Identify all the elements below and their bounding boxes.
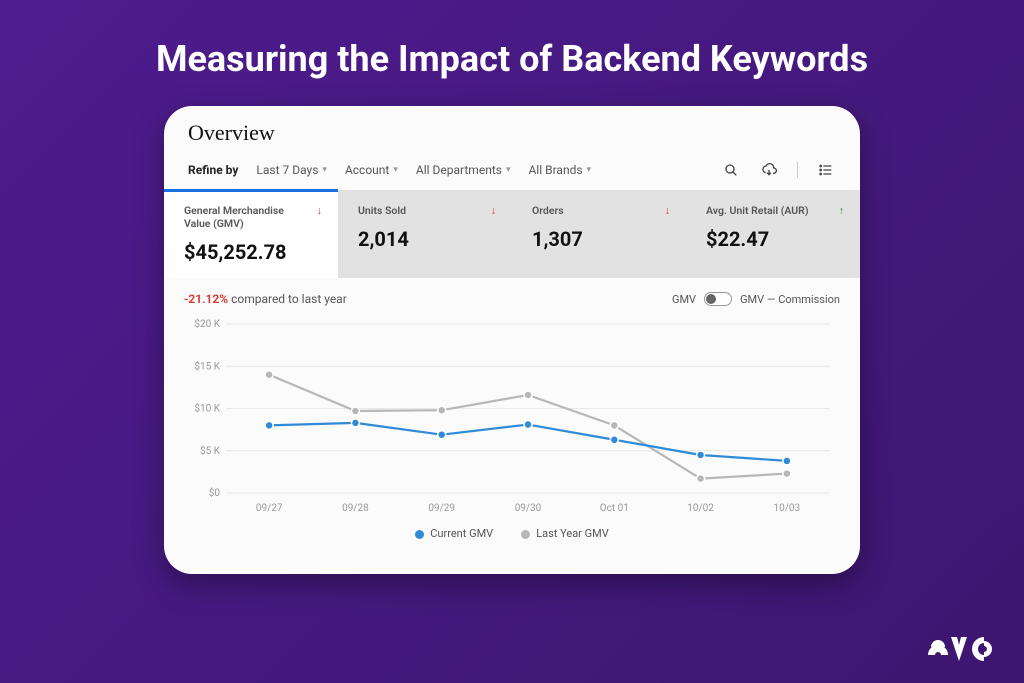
svg-text:10/02: 10/02 — [687, 503, 714, 514]
list-view-icon[interactable] — [816, 160, 836, 180]
divider — [797, 162, 798, 178]
brand-logo — [918, 625, 996, 669]
trend-down-icon: ↓ — [665, 204, 670, 217]
legend-last-label: Last Year GMV — [536, 527, 609, 540]
kpi-orders-title: Orders — [532, 204, 564, 217]
chevron-down-icon: ▾ — [587, 165, 592, 175]
kpi-aur[interactable]: Avg. Unit Retail (AUR) ↑ $22.47 — [686, 190, 860, 278]
svg-text:$0: $0 — [209, 486, 221, 499]
page-title: Overview — [184, 120, 840, 146]
toggle-label-right: GMV — Commission — [740, 293, 840, 306]
svg-text:$20 K: $20 K — [194, 317, 220, 330]
chart-area: $0 $5 K $10 K $15 K $20 K 09/27 09/28 09/29 09/3… — [164, 310, 860, 521]
kpi-row: General Merchandise Value (GMV) ↓ $45,25… — [164, 190, 860, 278]
legend-dot-current-icon — [415, 530, 424, 539]
legend-dot-last-icon — [521, 530, 530, 539]
kpi-units-sold[interactable]: Units Sold ↓ 2,014 — [338, 190, 512, 278]
legend-current-label: Current GMV — [430, 527, 493, 540]
kpi-gmv-value: $45,252.78 — [184, 240, 322, 264]
download-icon[interactable] — [759, 160, 779, 180]
search-icon[interactable] — [721, 160, 741, 180]
chevron-down-icon: ▾ — [506, 165, 511, 175]
kpi-units-value: 2,014 — [358, 227, 496, 251]
comparison-text: -21.12% compared to last year — [184, 292, 347, 306]
chart-subheader: -21.12% compared to last year GMV GMV — … — [164, 278, 860, 310]
comparison-suffix: compared to last year — [228, 292, 347, 306]
filter-date-range[interactable]: Last 7 Days ▾ — [256, 163, 327, 177]
dashboard-card: Overview Refine by Last 7 Days ▾ Account… — [164, 106, 860, 574]
gmv-commission-toggle[interactable] — [704, 292, 732, 306]
filter-account[interactable]: Account ▾ — [345, 163, 398, 177]
svg-text:$10 K: $10 K — [194, 402, 220, 415]
gmv-toggle-group: GMV GMV — Commission — [672, 292, 840, 306]
kpi-orders-value: 1,307 — [532, 227, 670, 251]
refine-label: Refine by — [188, 163, 238, 177]
gmv-line-chart: $0 $5 K $10 K $15 K $20 K 09/27 09/28 09/29 09/3… — [184, 316, 840, 521]
trend-up-icon: ↑ — [839, 204, 844, 217]
hero-title: Measuring the Impact of Backend Keywords — [0, 0, 1024, 80]
chevron-down-icon: ▾ — [322, 165, 327, 175]
kpi-gmv-title: General Merchandise Value (GMV) — [184, 204, 311, 230]
kpi-aur-title: Avg. Unit Retail (AUR) — [706, 204, 809, 217]
filter-date-range-label: Last 7 Days — [256, 163, 318, 177]
kpi-units-title: Units Sold — [358, 204, 406, 217]
svg-text:Oct 01: Oct 01 — [600, 503, 629, 514]
svg-text:09/28: 09/28 — [342, 503, 369, 514]
filter-departments-label: All Departments — [416, 163, 502, 177]
kpi-gmv[interactable]: General Merchandise Value (GMV) ↓ $45,25… — [164, 190, 338, 278]
filter-brands-label: All Brands — [528, 163, 582, 177]
trend-down-icon: ↓ — [317, 204, 322, 217]
kpi-orders[interactable]: Orders ↓ 1,307 — [512, 190, 686, 278]
filter-departments[interactable]: All Departments ▾ — [416, 163, 511, 177]
svg-text:10/03: 10/03 — [774, 503, 801, 514]
chevron-down-icon: ▾ — [393, 165, 398, 175]
trend-down-icon: ↓ — [491, 204, 496, 217]
filter-account-label: Account — [345, 163, 389, 177]
svg-text:09/29: 09/29 — [428, 503, 455, 514]
legend-last-year: Last Year GMV — [521, 527, 609, 540]
comparison-delta: -21.12% — [184, 292, 228, 306]
toggle-label-left: GMV — [672, 293, 696, 306]
svg-text:$15 K: $15 K — [194, 360, 220, 373]
kpi-aur-value: $22.47 — [706, 227, 844, 251]
chart-legend: Current GMV Last Year GMV — [164, 521, 860, 550]
filter-brands[interactable]: All Brands ▾ — [528, 163, 591, 177]
svg-text:$5 K: $5 K — [200, 444, 221, 457]
svg-text:09/27: 09/27 — [256, 503, 283, 514]
filter-bar: Refine by Last 7 Days ▾ Account ▾ All De… — [184, 160, 840, 190]
svg-text:09/30: 09/30 — [515, 503, 542, 514]
legend-current: Current GMV — [415, 527, 493, 540]
